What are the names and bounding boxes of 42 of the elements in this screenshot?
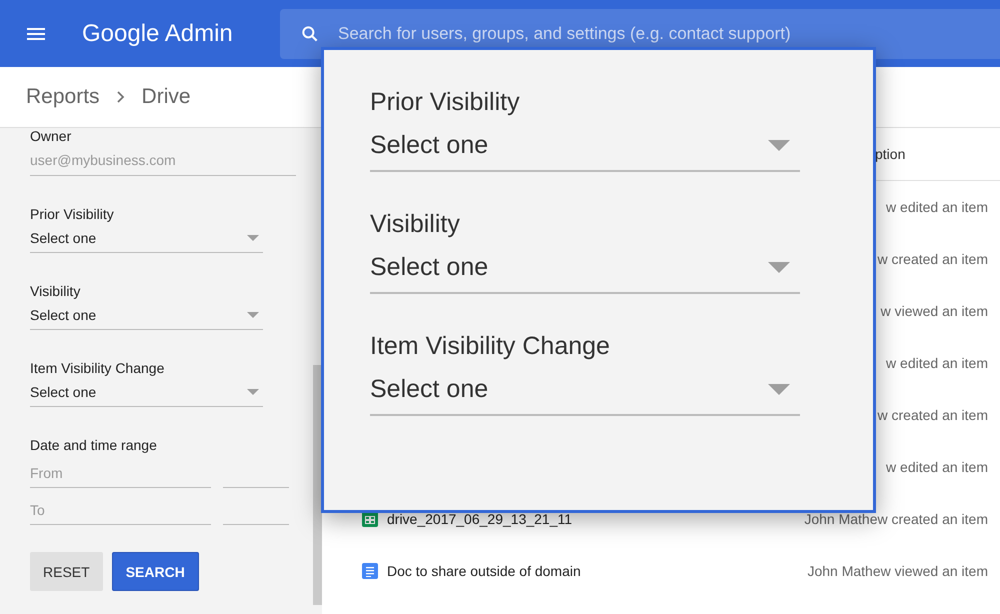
reset-button[interactable]: RESET xyxy=(30,552,103,591)
column-header: ption xyxy=(875,146,906,162)
select-dropdown[interactable]: Select one xyxy=(370,253,800,294)
scrollbar-thumb[interactable] xyxy=(313,365,322,605)
field-label: Visibility xyxy=(370,210,461,239)
file-name[interactable]: drive_2017_06_29_13_21_11 xyxy=(387,511,572,527)
dropdown-caret-icon xyxy=(768,140,790,151)
select-dropdown[interactable]: Select one xyxy=(370,131,800,172)
select-dropdown[interactable]: Select one xyxy=(370,375,800,416)
document-icon xyxy=(362,563,378,579)
breadcrumb-item: Drive xyxy=(142,85,191,109)
table-cell: John Mathew created an item xyxy=(804,511,988,527)
field-label: Prior Visibility xyxy=(30,206,115,222)
table-cell: John Mathew viewed an item xyxy=(807,563,988,579)
app-title: Google Admin xyxy=(82,20,234,48)
file-name[interactable]: Doc to share outside of domain xyxy=(387,563,581,579)
table-cell: w viewed an item xyxy=(880,303,988,319)
search-button[interactable]: SEARCH xyxy=(112,552,199,591)
field-label: Visibility xyxy=(30,283,82,299)
dropdown-caret-icon xyxy=(247,312,259,318)
field-label: Item Visibility Change xyxy=(370,332,611,361)
date-field[interactable]: To xyxy=(30,496,211,525)
table-cell: w edited an item xyxy=(886,355,988,371)
field-label: Prior Visibility xyxy=(370,88,521,117)
owner-field[interactable]: user@mybusiness.com xyxy=(30,144,296,176)
dropdown-caret-icon xyxy=(768,262,790,273)
table-cell: w edited an item xyxy=(886,459,988,475)
select-dropdown[interactable]: Select one xyxy=(30,299,263,330)
field-label: Item Visibility Change xyxy=(30,360,166,376)
select-dropdown[interactable]: Select one xyxy=(30,376,263,407)
table-cell: w edited an item xyxy=(886,199,988,215)
search-icon xyxy=(300,24,320,44)
breadcrumb-item[interactable]: Reports xyxy=(26,85,100,109)
date-field[interactable]: From xyxy=(30,459,211,488)
field-label: Date and time range xyxy=(30,437,158,453)
select-dropdown[interactable]: Select one xyxy=(30,222,263,253)
dropdown-caret-icon xyxy=(768,384,790,395)
dropdown-caret-icon xyxy=(247,235,259,241)
field-label: Owner xyxy=(30,128,72,144)
table-cell: w created an item xyxy=(878,251,988,267)
table-cell: w created an item xyxy=(878,407,988,423)
dropdown-caret-icon xyxy=(247,389,259,395)
